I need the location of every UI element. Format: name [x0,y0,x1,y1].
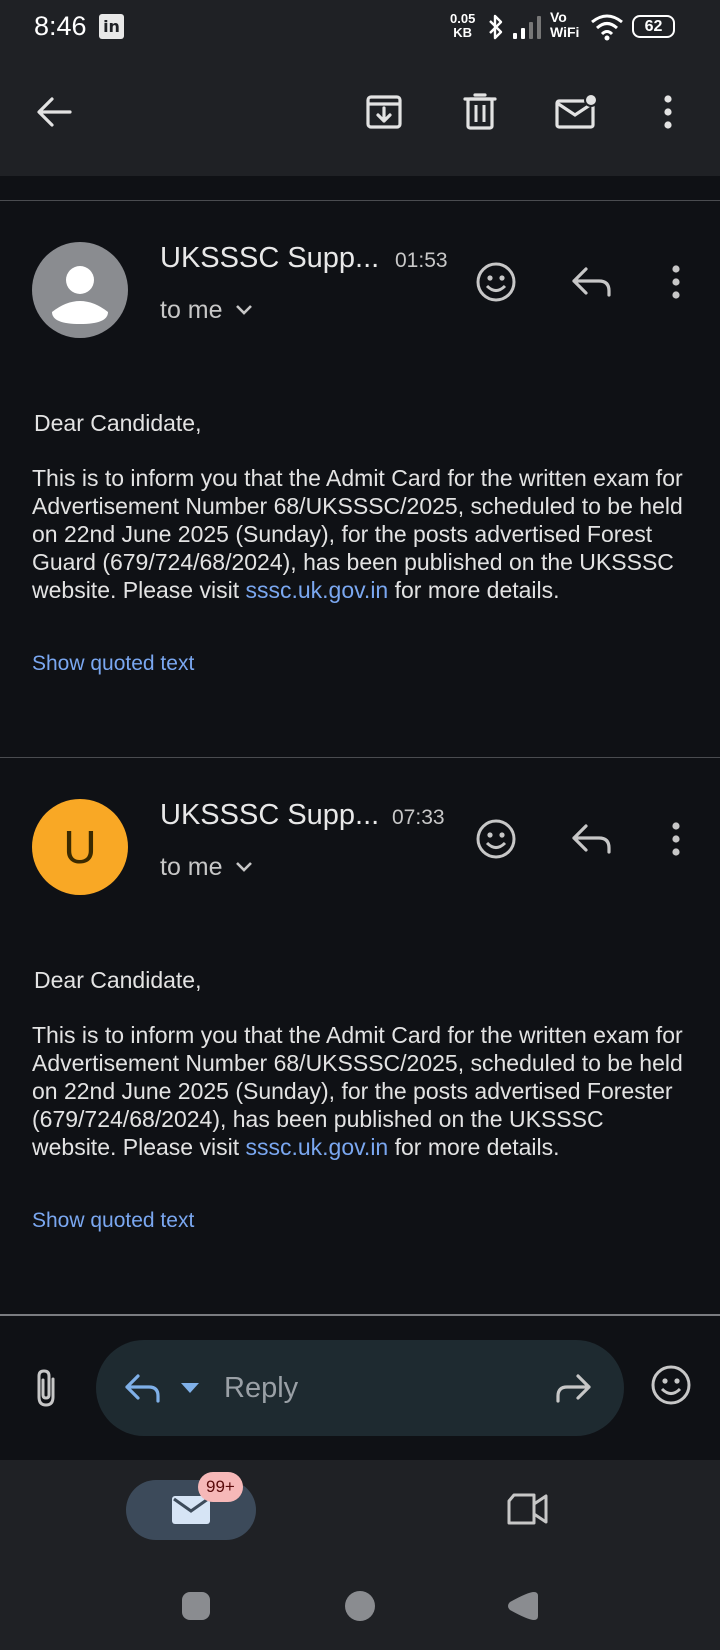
network-speed-unit: KB [453,25,473,40]
recipient-toggle[interactable]: to me [160,851,253,883]
add-reaction-button[interactable] [470,813,522,865]
reply-bar: Reply [0,1316,720,1460]
dropdown-arrow-icon[interactable] [180,1382,200,1394]
top-app-bar [0,56,720,176]
archive-icon[interactable] [362,90,406,134]
recipient-label: to me [160,852,223,881]
message-more-button[interactable] [650,813,702,865]
vowifi-line1: Vo [550,9,567,25]
wifi-icon [591,14,623,41]
status-time: 8:46 [34,11,87,41]
email-body-text-end: for more details. [388,1134,560,1160]
back-arrow-icon[interactable] [32,90,76,134]
network-speed-value: 0.05 [450,11,476,26]
reply-icon [572,824,611,854]
emoji-icon [476,262,516,302]
message-more-button[interactable] [650,256,702,308]
show-quoted-text-link[interactable]: Show quoted text [32,652,194,676]
vowifi-indicator: Vo WiFi [550,10,579,40]
chevron-down-icon [235,862,252,872]
show-quoted-text-link[interactable]: Show quoted text [32,1209,194,1233]
more-vert-icon[interactable] [646,90,690,134]
home-button-icon[interactable] [342,1588,378,1624]
message-time: 01:53 [395,249,448,272]
email-greeting: Dear Candidate, [34,410,202,436]
battery-icon: 62 [632,15,675,38]
recipient-label: to me [160,295,223,324]
reply-icon [572,267,611,297]
reply-icon[interactable] [124,1372,162,1404]
unread-badge: 99+ [198,1472,243,1502]
website-link[interactable]: sssc.uk.gov.in [245,1134,388,1160]
avatar[interactable] [32,242,128,338]
add-reaction-button[interactable] [470,256,522,308]
vowifi-line2: WiFi [550,24,580,40]
mark-unread-icon[interactable] [554,90,598,134]
linkedin-icon: in [99,14,124,39]
sender-name[interactable]: UKSSSC Supp... [160,242,379,275]
more-vert-icon [672,265,680,299]
reply-placeholder: Reply [224,1372,299,1404]
person-icon [52,266,108,324]
back-button-icon[interactable] [504,1588,540,1624]
reply-button[interactable] [566,813,618,865]
more-vert-icon [672,822,680,856]
bottom-navigation: 99+ [0,1460,720,1650]
recents-button-icon[interactable] [178,1588,214,1624]
bluetooth-icon [489,14,503,40]
chevron-down-icon [235,305,252,315]
email-body: This is to inform you that the Admit Car… [32,464,692,604]
reply-input[interactable]: Reply [96,1340,624,1436]
network-speed: 0.05 KB [450,12,475,40]
meet-video-icon[interactable] [506,1492,550,1528]
emoji-icon[interactable] [650,1364,694,1408]
attach-icon[interactable] [26,1364,66,1412]
website-link[interactable]: sssc.uk.gov.in [245,577,388,603]
email-body-text-end: for more details. [388,577,560,603]
forward-icon[interactable] [554,1372,592,1404]
recipient-toggle[interactable]: to me [160,294,253,326]
status-bar: 8:46 in 0.05 KB Vo WiFi 62 [0,0,720,56]
email-body: This is to inform you that the Admit Car… [32,1021,692,1161]
message-time: 07:33 [392,806,445,829]
avatar[interactable]: U [32,799,128,895]
delete-icon[interactable] [458,90,502,134]
divider [0,757,720,758]
reply-button[interactable] [566,256,618,308]
email-greeting: Dear Candidate, [34,967,202,993]
divider [0,200,720,201]
emoji-icon [476,819,516,859]
sender-name[interactable]: UKSSSC Supp... [160,799,379,832]
signal-icon [513,16,541,39]
